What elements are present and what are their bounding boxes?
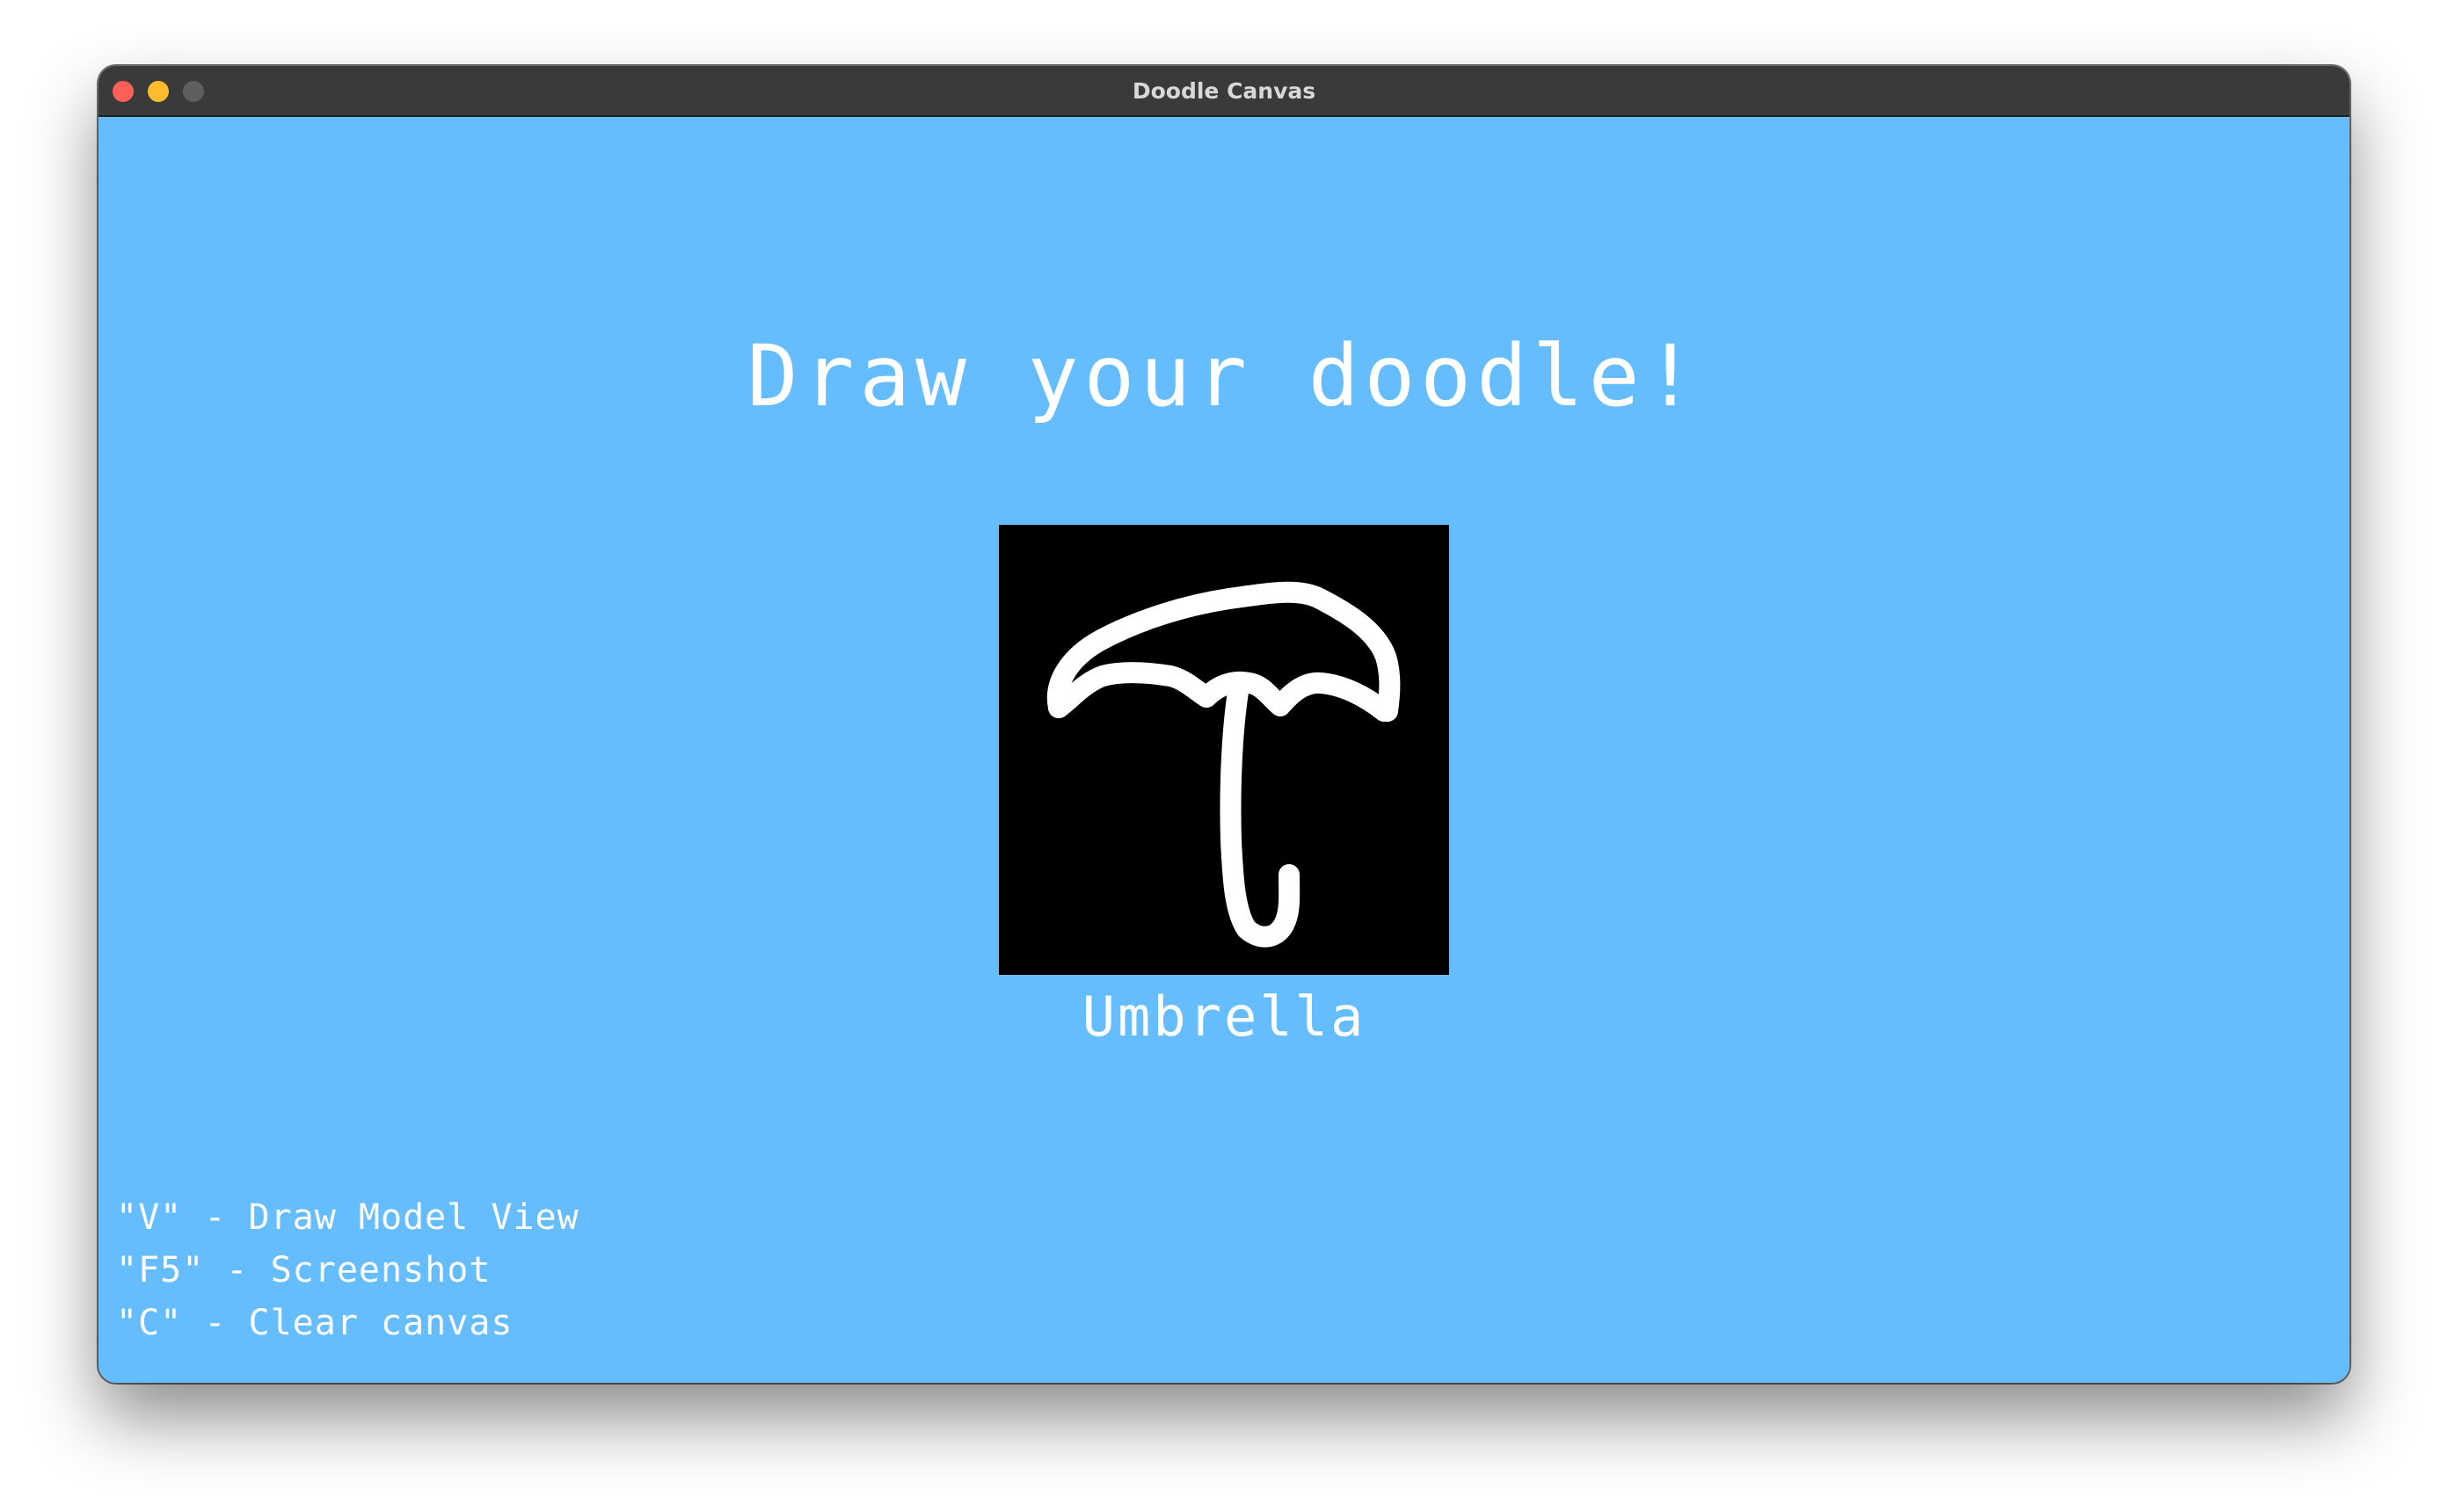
window-title: Doodle Canvas	[1132, 78, 1316, 104]
shortcut-screenshot: "F5" - Screenshot	[116, 1250, 492, 1290]
prediction-label: Umbrella	[1082, 985, 1366, 1049]
drawing-canvas[interactable]	[999, 525, 1449, 975]
app-window: Doodle Canvas Draw your doodle! Umbrella…	[98, 66, 2350, 1383]
umbrella-doodle-icon	[1046, 581, 1401, 948]
keyboard-shortcuts: "V" - Draw Model View "F5" - Screenshot …	[116, 1191, 579, 1349]
doodle-app-content: Draw your doodle! Umbrella "V" - Draw Mo…	[98, 117, 2350, 1383]
page-title: Draw your doodle!	[747, 327, 1701, 425]
shortcut-clear-canvas: "C" - Clear canvas	[116, 1303, 514, 1343]
shortcut-model-view: "V" - Draw Model View	[116, 1197, 579, 1238]
title-bar[interactable]: Doodle Canvas	[98, 66, 2350, 117]
